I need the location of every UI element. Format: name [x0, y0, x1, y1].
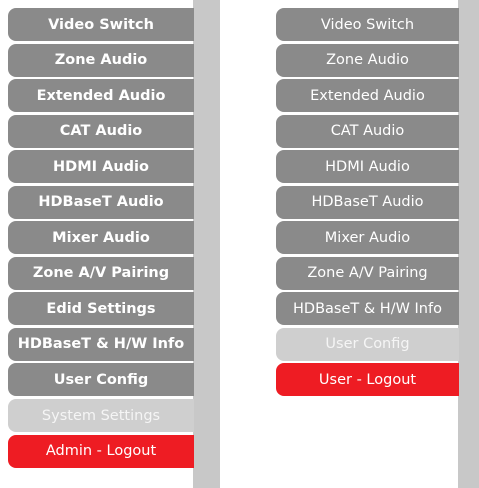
admin-menu-scrollbar[interactable]	[193, 0, 220, 488]
user-menu-item-zone-audio[interactable]: Zone Audio	[276, 43, 459, 77]
user-menu-item-mixer-audio[interactable]: Mixer Audio	[276, 221, 459, 255]
menu-item-label: CAT Audio	[330, 123, 405, 140]
menu-item-label: Extended Audio	[310, 87, 425, 104]
menu-item-label: Extended Audio	[36, 87, 166, 104]
menu-item-label: HDBaseT Audio	[311, 194, 424, 211]
menu-item-label: HDBaseT Audio	[38, 194, 164, 211]
user-menu-item-hdbaset-h-w-info[interactable]: HDBaseT & H/W Info	[276, 292, 459, 326]
admin-menu-item-zone-a-v-pairing[interactable]: Zone A/V Pairing	[8, 256, 194, 290]
admin-menu-item-hdbaset-h-w-info[interactable]: HDBaseT & H/W Info	[8, 327, 194, 361]
user-menu-item-zone-a-v-pairing[interactable]: Zone A/V Pairing	[276, 256, 459, 290]
admin-menu-item-extended-audio[interactable]: Extended Audio	[8, 79, 194, 113]
menu-item-label: HDBaseT & H/W Info	[293, 300, 442, 317]
menu-item-label: Admin - Logout	[45, 443, 157, 460]
menu-item-label: System Settings	[41, 407, 161, 424]
admin-menu-item-edid-settings[interactable]: Edid Settings	[8, 292, 194, 326]
user-menu-item-extended-audio[interactable]: Extended Audio	[276, 79, 459, 113]
admin-menu-panel: Video Switch Zone Audio Extended Audio CAT …	[0, 0, 220, 488]
user-menu-item-hdbaset-audio[interactable]: HDBaseT Audio	[276, 185, 459, 219]
admin-menu-item-cat-audio[interactable]: CAT Audio	[8, 114, 194, 148]
user-menu-item-hdmi-audio[interactable]: HDMI Audio	[276, 150, 459, 184]
menu-item-label: User Config	[53, 371, 149, 388]
admin-menu: Video Switch Zone Audio Extended Audio CAT …	[8, 8, 194, 470]
menu-item-label: Zone Audio	[326, 52, 409, 69]
admin-menu-item-hdbaset-audio[interactable]: HDBaseT Audio	[8, 185, 194, 219]
menu-item-label: CAT Audio	[59, 123, 143, 140]
menu-item-label: HDMI Audio	[53, 158, 149, 175]
menu-item-label: Zone A/V Pairing	[307, 265, 428, 282]
user-menu-panel: Video Switch Zone Audio Extended Audio CAT …	[270, 0, 479, 488]
admin-menu-item-video-switch[interactable]: Video Switch	[8, 8, 194, 41]
menu-item-label: HDMI Audio	[325, 158, 410, 175]
admin-menu-item-system-settings[interactable]: System Settings	[8, 399, 194, 433]
user-menu-item-user-logout[interactable]: User - Logout	[276, 363, 459, 397]
admin-menu-item-mixer-audio[interactable]: Mixer Audio	[8, 221, 194, 255]
menu-item-label: Zone Audio	[54, 52, 148, 69]
menu-item-label: Mixer Audio	[52, 229, 150, 246]
admin-menu-item-zone-audio[interactable]: Zone Audio	[8, 43, 194, 77]
user-menu: Video Switch Zone Audio Extended Audio CAT …	[276, 8, 459, 399]
menu-item-label: User - Logout	[318, 371, 417, 388]
menu-item-label: Video Switch	[320, 16, 415, 33]
user-menu-item-user-config[interactable]: User Config	[276, 327, 459, 361]
admin-menu-item-user-config[interactable]: User Config	[8, 363, 194, 397]
user-menu-scrollbar[interactable]	[458, 0, 479, 488]
user-menu-item-video-switch[interactable]: Video Switch	[276, 8, 459, 41]
user-menu-item-cat-audio[interactable]: CAT Audio	[276, 114, 459, 148]
menu-item-label: Mixer Audio	[324, 229, 411, 246]
menu-item-label: User Config	[325, 336, 410, 353]
menu-item-label: Zone A/V Pairing	[32, 265, 170, 282]
admin-menu-item-hdmi-audio[interactable]: HDMI Audio	[8, 150, 194, 184]
admin-menu-item-admin-logout[interactable]: Admin - Logout	[8, 434, 194, 468]
menu-item-label: Edid Settings	[46, 300, 156, 317]
menu-item-label: HDBaseT & H/W Info	[17, 336, 185, 353]
menu-item-label: Video Switch	[48, 16, 154, 33]
